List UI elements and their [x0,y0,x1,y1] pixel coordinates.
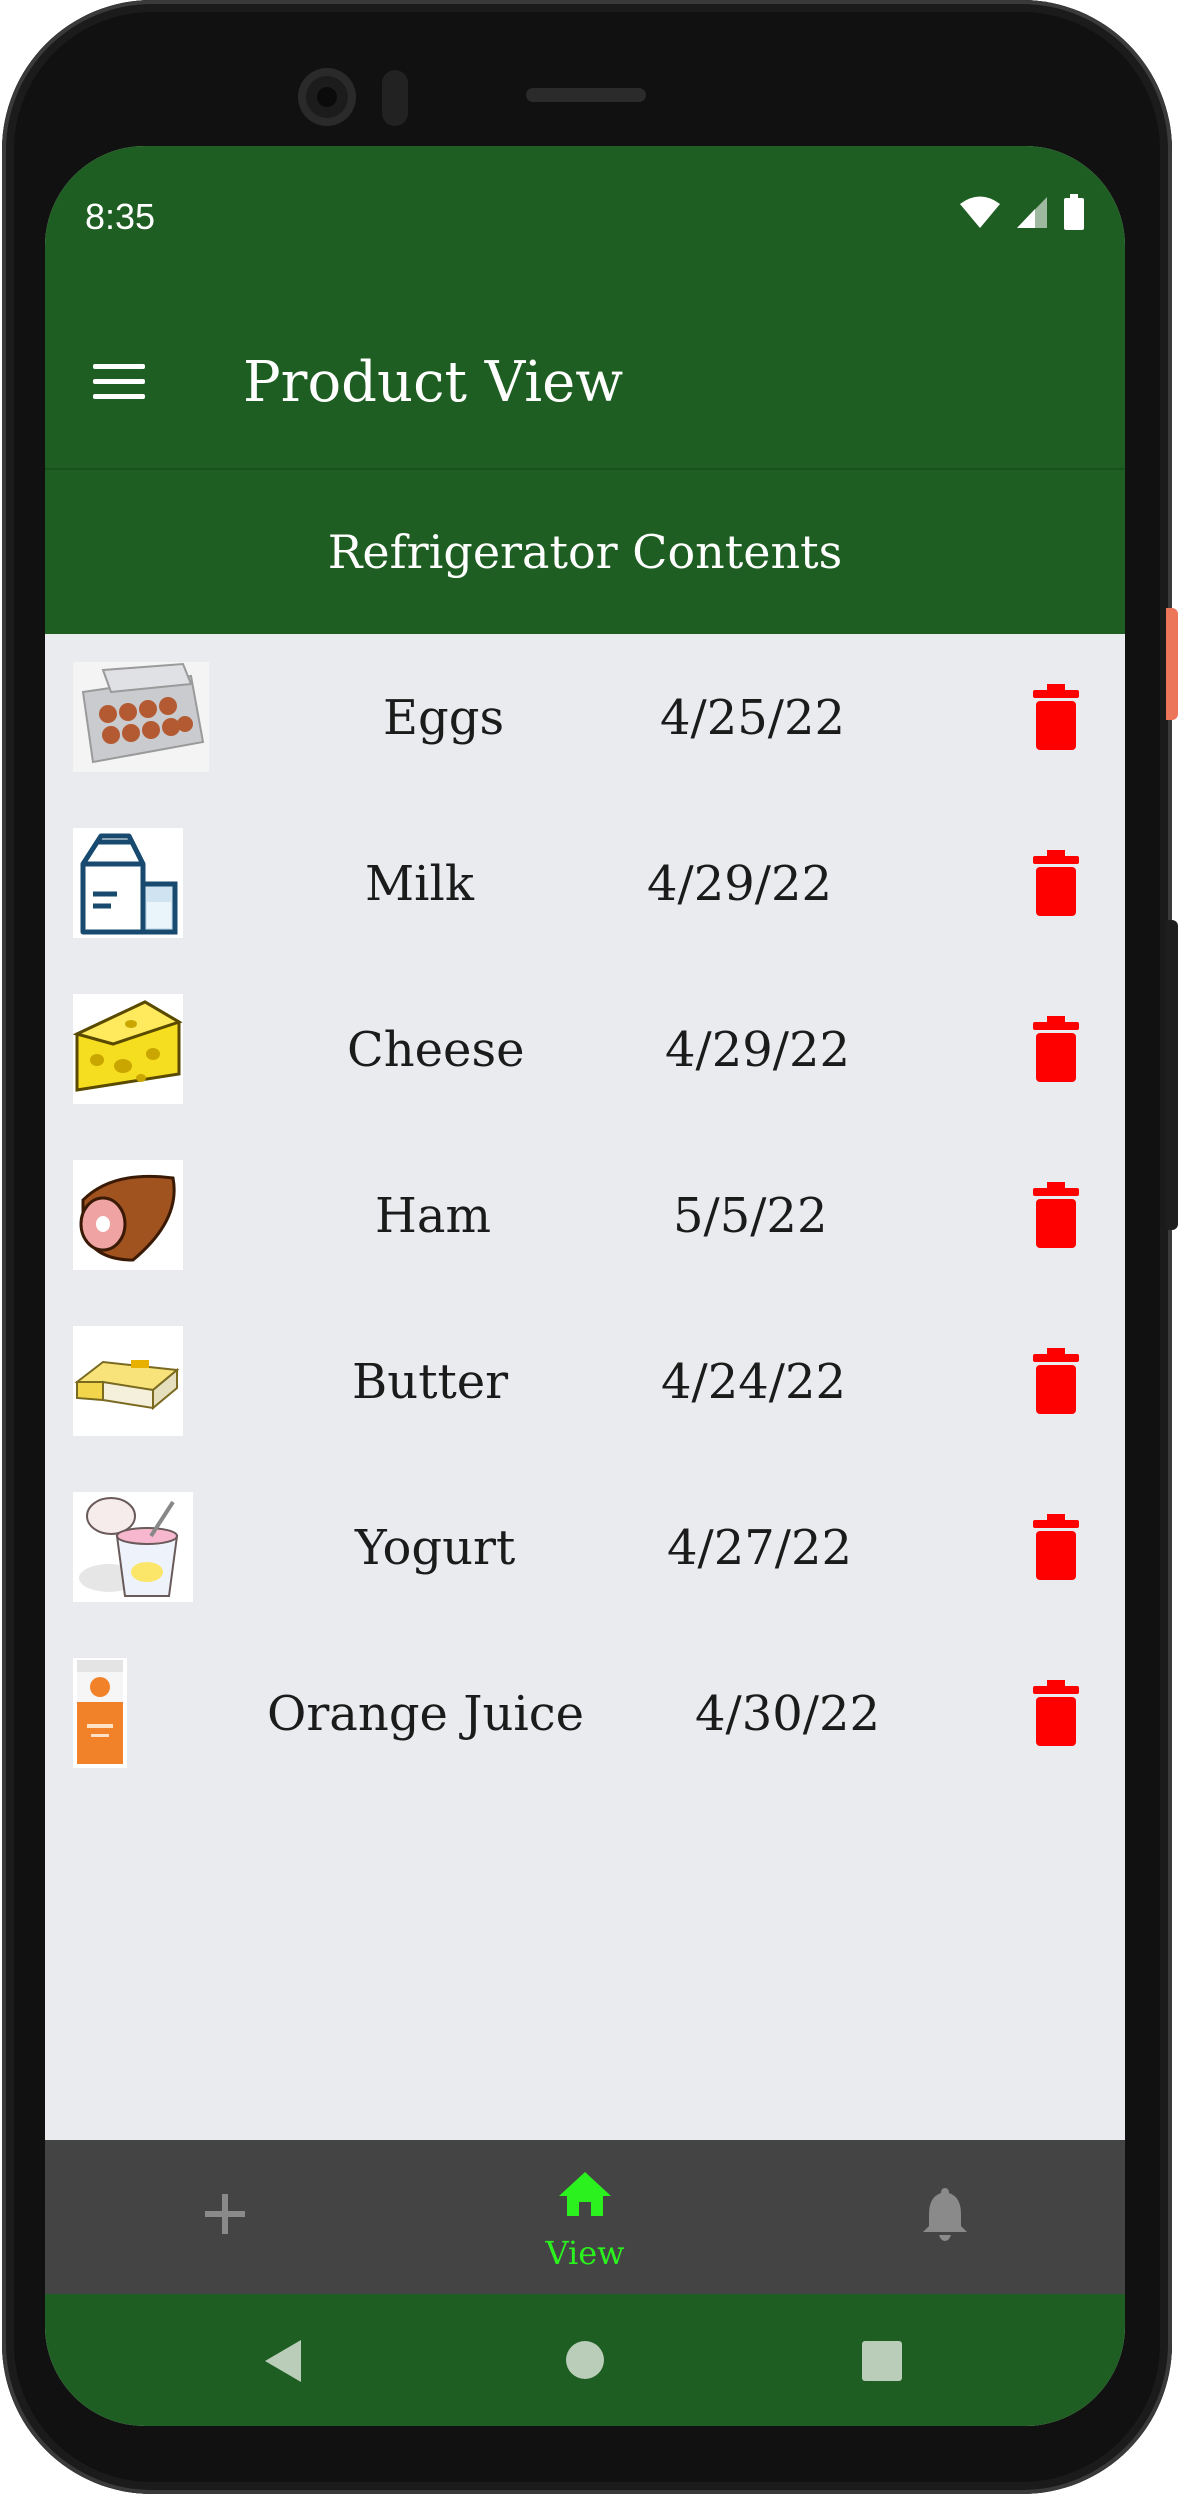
status-bar: 8:35 [45,146,1125,296]
cheese-image [73,994,183,1104]
product-row[interactable]: Cheese 4/29/22 [45,966,1125,1132]
delete-icon[interactable] [1031,684,1081,750]
earpiece-speaker [526,88,646,102]
home-circle-icon[interactable] [565,2340,605,2380]
recents-icon[interactable] [861,2340,903,2382]
product-name: Yogurt [355,1520,516,1576]
power-button [1166,608,1178,720]
product-name: Cheese [347,1022,525,1078]
page-title: Product View [243,350,624,415]
nav-view[interactable]: View [485,2140,685,2294]
product-date: 4/27/22 [667,1520,853,1576]
nav-add[interactable] [125,2140,325,2294]
volume-button [1166,920,1178,1230]
delete-icon[interactable] [1031,1182,1081,1248]
nav-view-label: View [545,2234,625,2272]
delete-icon[interactable] [1031,1514,1081,1580]
product-row[interactable]: Yogurt 4/27/22 [45,1464,1125,1630]
product-row[interactable]: Eggs 4/25/22 [45,634,1125,800]
product-row[interactable]: Butter 4/24/22 [45,1298,1125,1464]
product-name: Ham [375,1188,491,1244]
home-icon [559,2172,611,2216]
nav-notifications[interactable] [845,2140,1045,2294]
status-icons [959,194,1085,230]
signal-icon [1017,197,1047,228]
hamburger-menu-icon[interactable] [93,364,145,400]
delete-icon[interactable] [1031,1016,1081,1082]
section-title: Refrigerator Contents [327,525,843,579]
milk-image [73,828,183,938]
proximity-sensor [382,70,408,126]
battery-icon [1064,194,1084,230]
product-date: 5/5/22 [673,1188,828,1244]
product-date: 4/24/22 [661,1354,847,1410]
product-row[interactable]: Milk 4/29/22 [45,800,1125,966]
orange-juice-image [73,1658,127,1768]
delete-icon[interactable] [1031,1680,1081,1746]
product-date: 4/25/22 [660,690,846,746]
app-bar: Product View [45,296,1125,468]
product-name: Milk [365,856,474,912]
back-icon[interactable] [263,2338,303,2384]
delete-icon[interactable] [1031,850,1081,916]
status-time: 8:35 [85,196,156,237]
device-screen: 8:35 Product View Refrigerator Contents [45,146,1125,2426]
front-camera [298,68,356,126]
add-icon [205,2194,245,2234]
system-navigation-bar [45,2294,1125,2426]
product-date: 4/29/22 [647,856,833,912]
product-date: 4/30/22 [695,1686,881,1742]
product-list: Eggs 4/25/22 Milk 4/29/22 Cheese 4/29/22… [45,634,1125,1796]
delete-icon[interactable] [1031,1348,1081,1414]
product-name: Orange Juice [267,1686,585,1742]
product-date: 4/29/22 [665,1022,851,1078]
bottom-navigation: View [45,2140,1125,2294]
product-name: Butter [352,1354,509,1410]
ham-image [73,1160,183,1270]
yogurt-image [73,1492,193,1602]
wifi-icon [960,196,1000,228]
bell-icon [923,2188,967,2241]
product-name: Eggs [383,690,505,746]
eggs-image [73,662,209,772]
section-header: Refrigerator Contents [45,470,1125,634]
product-row[interactable]: Ham 5/5/22 [45,1132,1125,1298]
butter-image [73,1326,183,1436]
product-row[interactable]: Orange Juice 4/30/22 [45,1630,1125,1796]
